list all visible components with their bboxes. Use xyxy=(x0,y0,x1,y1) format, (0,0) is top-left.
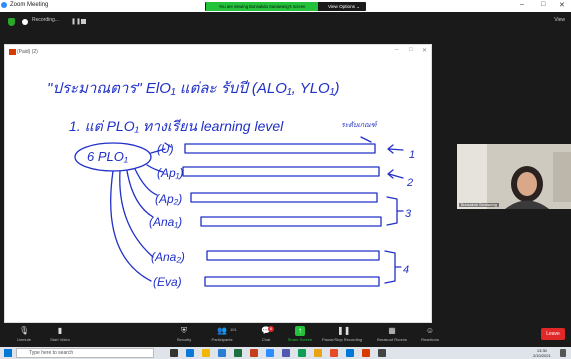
bracket-3 xyxy=(386,196,404,226)
bar-eva xyxy=(204,276,380,287)
handwriting-canvas[interactable]: "ประมาณตาร" ElO₁ แต่ละ รับปี (ALO₁, YLO₁… xyxy=(5,45,433,324)
encryption-shield-icon[interactable] xyxy=(8,18,15,26)
line-ap2 xyxy=(134,168,158,196)
level-ap2: (Ap₂) xyxy=(155,192,182,206)
screen-share-banner: You are viewing Bunsakda Saraiwong's scr… xyxy=(205,2,366,11)
level-ana1: (Ana₁) xyxy=(149,215,182,229)
pause-stop-recording-button[interactable]: ❚❚ Pause/Stop Recording xyxy=(322,326,362,342)
system-clock[interactable]: 13:30 2/10/2021 xyxy=(533,348,551,358)
window-title: Zoom Meeting xyxy=(10,2,49,8)
person-face xyxy=(517,172,537,196)
participant-count: 101 xyxy=(230,327,237,332)
reactions-button[interactable]: ☺ Reactions xyxy=(410,326,450,342)
shield-icon: ⛨ xyxy=(181,326,187,335)
task-view-icon[interactable] xyxy=(170,349,178,357)
video-frame xyxy=(457,144,571,209)
notification-icon[interactable] xyxy=(560,349,566,357)
minimize-button[interactable]: – xyxy=(520,1,524,8)
participant-name: Bunsakda Saraiwong xyxy=(459,203,499,207)
pause-recording-icon[interactable]: ❚❚ xyxy=(71,18,81,25)
app-icon-3[interactable] xyxy=(346,349,354,357)
smile-icon: ☺ xyxy=(425,326,435,335)
level-ap1: (Ap₁) xyxy=(157,166,183,180)
share-icon: ↑ xyxy=(295,326,305,336)
taskbar: Type here to search 13:30 2/10/2021 xyxy=(0,347,571,359)
video-icon: ▮ xyxy=(57,326,63,335)
powerpoint-icon[interactable] xyxy=(250,349,258,357)
arrow-label-4: 4 xyxy=(403,264,409,276)
stop-recording-icon[interactable] xyxy=(81,19,86,24)
participant-video[interactable]: Bunsakda Saraiwong xyxy=(457,144,571,209)
line1: "ประมาณตาร" ElO₁ แต่ละ รับปี (ALO₁, YLO₁… xyxy=(47,80,339,97)
meeting-controls: 🎙 Unmute ▮ Start Video ⛨ Security 👥 Part… xyxy=(0,325,571,347)
teams-icon[interactable] xyxy=(282,349,290,357)
view-button[interactable]: View xyxy=(554,17,565,23)
meeting-top-bar: Recording... ❚❚ View xyxy=(0,12,571,32)
bar-ana2 xyxy=(206,250,380,261)
chat-badge: 6 xyxy=(268,326,274,332)
share-screen-button[interactable]: ↑ Share Screen xyxy=(280,326,320,342)
app-icon-2[interactable] xyxy=(314,349,322,357)
plos-label: 6 PLO₁ xyxy=(87,149,128,164)
breakout-rooms-button[interactable]: ▦ Breakout Rooms xyxy=(372,326,412,342)
app-icon-5[interactable] xyxy=(378,349,386,357)
security-button[interactable]: ⛨ Security xyxy=(164,326,204,342)
zoom-logo-icon xyxy=(1,2,7,8)
line2: 1. แต่ PLO₁ ทางเรียน learning level xyxy=(69,118,284,134)
viewing-message: You are viewing Bunsakda Saraiwong's scr… xyxy=(206,2,318,11)
view-options-button[interactable]: View Options ⌄ xyxy=(323,3,365,10)
microphone-icon: 🎙 xyxy=(19,326,30,335)
arrow-1 xyxy=(387,144,404,154)
bar-ana1 xyxy=(200,216,382,227)
recording-icon xyxy=(22,19,28,25)
start-video-button[interactable]: ▮ Start Video xyxy=(40,326,80,342)
shared-whiteboard: (Paid) (2) – □ ✕ "ประมาณตาร" ElO₁ แต่ละ … xyxy=(4,44,432,323)
unmute-button[interactable]: 🎙 Unmute xyxy=(4,326,44,342)
bar-ap2 xyxy=(190,192,378,203)
bar-u xyxy=(184,143,376,154)
level-ana2: (Ana₂) xyxy=(151,250,185,264)
arrow-label-3: 3 xyxy=(405,208,412,220)
close-button[interactable]: ✕ xyxy=(559,1,565,9)
arrow-label-1: 1 xyxy=(409,149,415,161)
zoom-taskbar-icon[interactable] xyxy=(266,349,274,357)
chrome-icon[interactable] xyxy=(330,349,338,357)
note-top: ระดับเกณฑ์ xyxy=(341,120,378,129)
ink-text: "ประมาณตาร" ElO₁ แต่ละ รับปี (ALO₁, YLO₁… xyxy=(47,80,415,289)
level-u: (U) xyxy=(157,142,174,156)
windows-start-icon[interactable] xyxy=(4,349,12,357)
app-icon-4[interactable] xyxy=(362,349,370,357)
recording-status: Recording... xyxy=(32,17,59,23)
note-pointer xyxy=(360,136,372,143)
arrow-2 xyxy=(387,169,404,179)
excel-icon[interactable] xyxy=(234,349,242,357)
level-eva: (Eva) xyxy=(153,275,182,289)
word-icon[interactable] xyxy=(218,349,226,357)
record-icon: ❚❚ xyxy=(337,326,351,335)
leave-button[interactable]: Leave xyxy=(541,328,565,340)
file-explorer-icon[interactable] xyxy=(202,349,210,357)
bracket-4 xyxy=(384,250,402,284)
edge-icon[interactable] xyxy=(186,349,194,357)
arrow-label-2: 2 xyxy=(406,177,413,189)
taskbar-search-input[interactable]: Type here to search xyxy=(16,348,154,358)
bar-ap1 xyxy=(182,166,380,177)
participants-icon: 👥 xyxy=(217,326,227,335)
maximize-button[interactable]: □ xyxy=(541,1,545,8)
grid-icon: ▦ xyxy=(388,326,396,335)
app-icon[interactable] xyxy=(298,349,306,357)
